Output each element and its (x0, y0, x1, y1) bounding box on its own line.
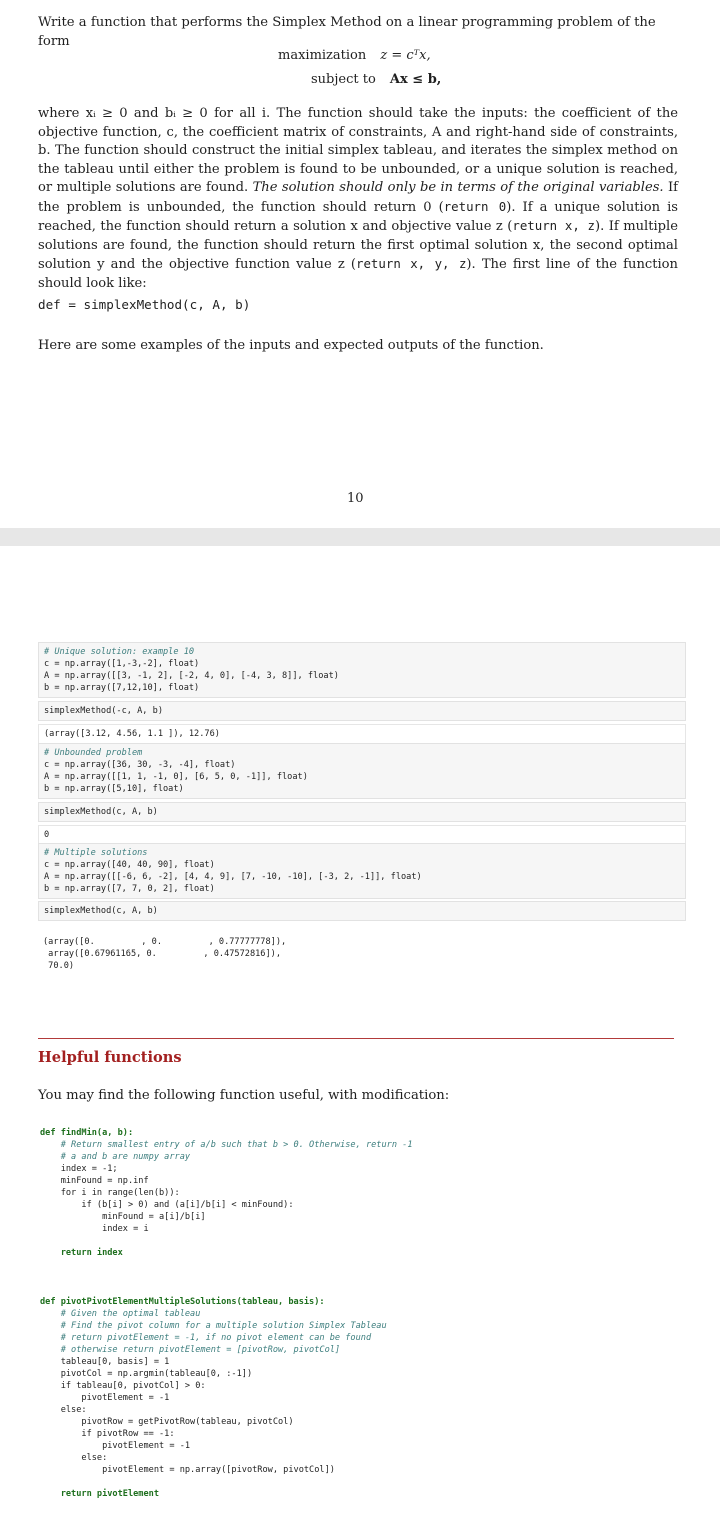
code-cell-example-1: # Unique solution: example 10 c = np.arr… (38, 642, 686, 698)
code-line: b = np.array([7,12,10], float) (44, 683, 200, 693)
code-line: else: (40, 1453, 108, 1463)
code-line: index = i (40, 1224, 149, 1234)
code-line: pivotElement = np.array([pivotRow, pivot… (40, 1465, 335, 1475)
examples-intro: Here are some examples of the inputs and… (38, 338, 544, 353)
code-comment: # Given the optimal tableau (40, 1309, 201, 1319)
code-comment: # Multiple solutions (44, 848, 148, 858)
output-line: (array([0. , 0. , 0.77777778]), (43, 937, 287, 947)
output-cell-1: (array([3.12, 4.56, 1.1 ]), 12.76) (38, 724, 686, 744)
problem-description: where xᵢ ≥ 0 and bᵢ ≥ 0 for all i. The f… (38, 105, 678, 293)
code-line: else: (40, 1405, 87, 1415)
code-line: simplexMethod(-c, A, b) (44, 706, 163, 716)
code-comment: # return pivotElement = -1, if no pivot … (40, 1333, 372, 1343)
code-line: if tableau[0, pivotCol] > 0: (40, 1381, 206, 1391)
code-line: c = np.array([36, 30, -3, -4], float) (44, 760, 236, 770)
code-comment: # Find the pivot column for a multiple s… (40, 1321, 387, 1331)
intro-text: Write a function that performs the Simpl… (38, 15, 656, 49)
code-line: index = -1; (40, 1164, 118, 1174)
page-number: 10 (347, 491, 364, 506)
code-line: pivotCol = np.argmin(tableau[0, :-1]) (40, 1369, 253, 1379)
code-line: b = np.array([5,10], float) (44, 784, 184, 794)
code-line: def pivotPivotElementMultipleSolutions(t… (40, 1297, 325, 1307)
para-emphasis: The solution should only be in terms of … (252, 180, 664, 195)
code-comment: # Unique solution: example 10 (44, 647, 195, 657)
code-line: return pivotElement (40, 1489, 159, 1499)
code-line: A = np.array([[-6, 6, -2], [4, 4, 9], [7… (44, 872, 422, 882)
code-cell-call-1: simplexMethod(-c, A, b) (38, 701, 686, 721)
inline-code: return 0 (443, 198, 507, 214)
code-line: if (b[i] > 0) and (a[i]/b[i] < minFound)… (40, 1200, 294, 1210)
code-comment: # Return smallest entry of a/b such that… (40, 1140, 413, 1150)
objective-expression: z = cᵀx, (380, 48, 431, 63)
output-line: array([0.67961165, 0. , 0.47572816]), (43, 949, 281, 959)
output-cell-3: (array([0. , 0. , 0.77777778]), array([0… (38, 933, 684, 975)
output-line: (array([3.12, 4.56, 1.1 ]), 12.76) (44, 729, 220, 739)
maximization-label: maximization (278, 48, 367, 63)
function-signature: def = simplexMethod(c, A, b) (38, 297, 251, 312)
findmin-code: def findMin(a, b): # Return smallest ent… (40, 1127, 413, 1259)
page-separator (0, 528, 720, 546)
section-text: You may find the following function usef… (38, 1088, 450, 1103)
code-line: minFound = np.inf (40, 1176, 149, 1186)
code-line: simplexMethod(c, A, b) (44, 807, 158, 817)
code-cell-call-3: simplexMethod(c, A, b) (38, 901, 686, 921)
code-cell-example-2: # Unbounded problem c = np.array([36, 30… (38, 743, 686, 799)
code-line: pivotElement = -1 (40, 1393, 170, 1403)
output-cell-2: 0 (38, 825, 686, 845)
code-cell-call-2: simplexMethod(c, A, b) (38, 802, 686, 822)
code-comment: # a and b are numpy array (40, 1152, 191, 1162)
code-line: simplexMethod(c, A, b) (44, 906, 158, 916)
output-line: 70.0) (43, 961, 75, 971)
code-comment: # Unbounded problem (44, 748, 143, 758)
code-line: c = np.array([1,-3,-2], float) (44, 659, 200, 669)
code-line: A = np.array([[3, -1, 2], [-2, 4, 0], [-… (44, 671, 339, 681)
code-line: if pivotRow == -1: (40, 1429, 175, 1439)
code-line: return index (40, 1248, 123, 1258)
output-line: 0 (44, 830, 50, 840)
section-title: Helpful functions (38, 1049, 182, 1066)
subject-to-label: subject to (311, 72, 376, 87)
code-line: b = np.array([7, 7, 0, 2], float) (44, 884, 215, 894)
code-line: minFound = a[i]/b[i] (40, 1212, 206, 1222)
code-line: A = np.array([[1, 1, -1, 0], [6, 5, 0, -… (44, 772, 308, 782)
code-comment: # otherwise return pivotElement = [pivot… (40, 1345, 341, 1355)
para-part: where x (38, 106, 94, 121)
code-line: pivotRow = getPivotRow(tableau, pivotCol… (40, 1417, 294, 1427)
pivot-code: def pivotPivotElementMultipleSolutions(t… (40, 1296, 387, 1500)
code-line: for i in range(len(b)): (40, 1188, 180, 1198)
code-line: def findMin(a, b): (40, 1128, 134, 1138)
code-line: pivotElement = -1 (40, 1441, 191, 1451)
para-part: ᵢ ≥ 0 and b (93, 106, 174, 121)
inline-code: return x, z (512, 218, 595, 233)
inline-code: return x, y, z (356, 256, 467, 271)
constraint-expression: Ax ≤ b, (389, 72, 442, 87)
section-divider (38, 1038, 674, 1039)
code-cell-example-3: # Multiple solutions c = np.array([40, 4… (38, 843, 686, 899)
code-line: tableau[0, basis] = 1 (40, 1357, 170, 1367)
code-line: c = np.array([40, 40, 90], float) (44, 860, 215, 870)
